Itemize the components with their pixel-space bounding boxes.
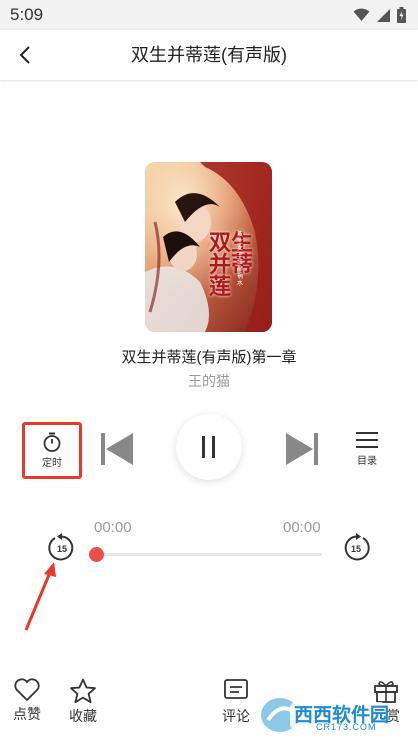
skip-previous-icon xyxy=(101,433,133,465)
status-bar: 5:09 xyxy=(0,0,418,30)
back-button[interactable] xyxy=(10,40,40,70)
next-track-button[interactable] xyxy=(285,432,319,466)
comment-icon xyxy=(224,679,248,699)
comment-button[interactable]: 评论 xyxy=(222,678,250,726)
heart-icon xyxy=(14,678,40,702)
timer-label: 定时 xyxy=(42,458,62,469)
progress-slider[interactable] xyxy=(89,547,322,562)
annotation-arrow-icon xyxy=(24,562,56,631)
rewind-icon: 15 xyxy=(48,533,74,561)
status-icons xyxy=(353,7,406,23)
stopwatch-icon xyxy=(43,432,61,452)
previous-track-button[interactable] xyxy=(100,432,134,466)
page-title: 双生并蒂莲(有声版) xyxy=(131,45,287,65)
comment-label: 评论 xyxy=(222,708,250,724)
skip-next-icon xyxy=(286,433,318,465)
forward-15-button[interactable]: 15 xyxy=(341,533,371,563)
play-pause-button[interactable] xyxy=(176,414,242,480)
track-author: 王的猫 xyxy=(188,373,230,389)
status-time: 5:09 xyxy=(10,5,44,24)
star-icon xyxy=(70,678,96,704)
list-icon xyxy=(356,432,378,448)
rewind-seconds: 15 xyxy=(57,544,67,554)
total-time: 00:00 xyxy=(283,519,321,536)
rewind-15-button[interactable]: 15 xyxy=(47,533,77,563)
battery-icon xyxy=(397,7,406,23)
watermark-logo: 西西软件园 CR173.COM xyxy=(258,694,389,736)
catalog-button[interactable]: 目录 xyxy=(350,430,384,470)
wifi-icon xyxy=(353,8,370,21)
track-title: 双生并蒂莲(有声版)第一章 xyxy=(121,349,297,366)
top-app-bar: 双生并蒂莲(有声版) xyxy=(0,30,418,80)
sleep-timer-button[interactable]: 定时 xyxy=(22,422,82,479)
current-time: 00:00 xyxy=(94,519,132,536)
favorite-label: 收藏 xyxy=(69,708,97,724)
pause-icon xyxy=(202,436,215,458)
progress-thumb[interactable] xyxy=(89,547,104,562)
book-cover: 双生并蒂莲 双生女王 红颜祸水 xyxy=(145,162,272,332)
like-button[interactable]: 点赞 xyxy=(13,678,41,724)
like-label: 点赞 xyxy=(13,706,41,722)
watermark-subtext: CR173.COM xyxy=(316,722,377,732)
catalog-label: 目录 xyxy=(357,456,377,467)
signal-icon xyxy=(377,8,390,22)
fast-forward-icon: 15 xyxy=(344,533,370,561)
favorite-button[interactable]: 收藏 xyxy=(69,678,97,726)
forward-seconds: 15 xyxy=(351,544,361,554)
cover-tagline: 双生女王 红颜祸水 xyxy=(237,232,244,287)
chevron-left-icon xyxy=(19,46,30,64)
